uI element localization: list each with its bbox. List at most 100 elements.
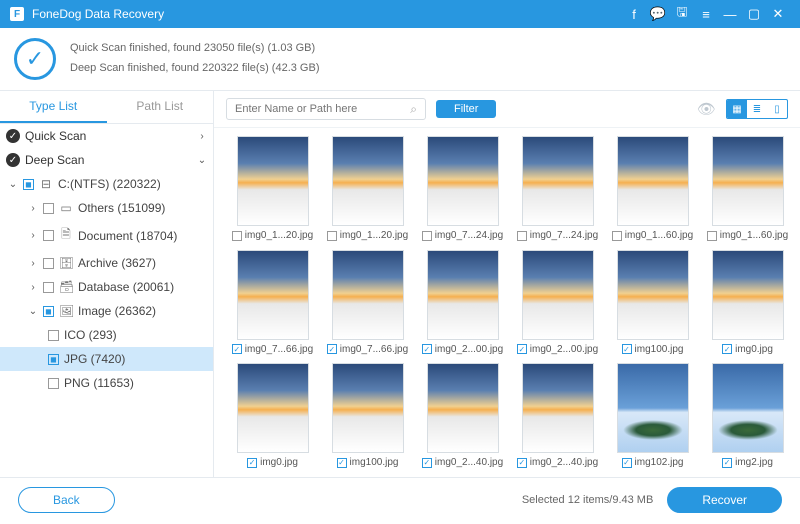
item-checkbox[interactable]: ✓: [722, 344, 732, 354]
item-filename: img0_1...20.jpg: [340, 230, 408, 241]
tree-ico[interactable]: ICO (293): [0, 323, 213, 347]
minimize-icon[interactable]: —: [718, 7, 742, 22]
search-input[interactable]: [235, 103, 410, 115]
thumbnail-image[interactable]: [617, 250, 689, 340]
tree-image[interactable]: ⌄ ◼ 🖼 Image (26362): [0, 299, 213, 323]
thumbnail-image[interactable]: [427, 136, 499, 226]
item-checkbox[interactable]: [707, 231, 717, 241]
item-checkbox[interactable]: ✓: [422, 344, 432, 354]
thumbnail-item[interactable]: ✓img100.jpg: [323, 363, 412, 469]
save-icon[interactable]: 🖫: [670, 3, 694, 25]
thumbnail-item[interactable]: img0_7...24.jpg: [418, 136, 507, 242]
thumbnail-image[interactable]: [712, 363, 784, 453]
checkbox[interactable]: [43, 258, 54, 269]
tree-drive-c[interactable]: ⌄ ◼ ⊟ C:(NTFS) (220322): [0, 172, 213, 196]
tree-jpg[interactable]: ◼ JPG (7420): [0, 347, 213, 371]
thumbnail-image[interactable]: [522, 363, 594, 453]
item-checkbox[interactable]: ✓: [247, 458, 257, 468]
thumbnail-item[interactable]: img0_1...60.jpg: [703, 136, 792, 242]
thumbnail-image[interactable]: [522, 136, 594, 226]
thumbnail-image[interactable]: [522, 250, 594, 340]
item-checkbox[interactable]: ✓: [422, 458, 432, 468]
thumbnail-item[interactable]: ✓img0_7...66.jpg: [228, 250, 317, 356]
sidebar: Type List Path List ✓ Quick Scan › ✓ Dee…: [0, 91, 214, 477]
item-checkbox[interactable]: [422, 231, 432, 241]
thumbnail-image[interactable]: [712, 250, 784, 340]
thumbnail-image[interactable]: [712, 136, 784, 226]
thumbnail-item[interactable]: ✓img0_2...40.jpg: [513, 363, 602, 469]
menu-icon[interactable]: ≡: [694, 7, 718, 22]
thumbnail-image[interactable]: [237, 250, 309, 340]
back-button[interactable]: Back: [18, 487, 115, 513]
view-list-icon[interactable]: ≣: [747, 100, 767, 118]
thumbnail-item[interactable]: ✓img0_2...40.jpg: [418, 363, 507, 469]
thumbnail-item[interactable]: ✓img0_2...00.jpg: [418, 250, 507, 356]
maximize-icon[interactable]: ▢: [742, 6, 766, 22]
archive-icon: 🗄: [59, 256, 73, 270]
thumbnail-item[interactable]: ✓img2.jpg: [703, 363, 792, 469]
item-checkbox[interactable]: [327, 231, 337, 241]
thumbnail-item[interactable]: img0_7...24.jpg: [513, 136, 602, 242]
tree-database[interactable]: › 🗃 Database (20061): [0, 275, 213, 299]
tree-document[interactable]: › 🗎 Document (18704): [0, 220, 213, 251]
filter-button[interactable]: Filter: [436, 100, 496, 118]
tree-deep-scan[interactable]: ✓ Deep Scan ⌄: [0, 148, 213, 172]
preview-eye-icon[interactable]: 👁: [697, 100, 716, 118]
item-checkbox[interactable]: ✓: [622, 344, 632, 354]
thumbnail-image[interactable]: [617, 363, 689, 453]
thumbnail-image[interactable]: [617, 136, 689, 226]
tree-others[interactable]: › ▭ Others (151099): [0, 196, 213, 220]
checkbox[interactable]: [48, 378, 59, 389]
item-filename: img0.jpg: [735, 344, 773, 355]
item-checkbox[interactable]: ✓: [232, 344, 242, 354]
thumbnail-item[interactable]: ✓img102.jpg: [608, 363, 697, 469]
item-filename: img2.jpg: [735, 457, 773, 468]
thumbnail-item[interactable]: ✓img100.jpg: [608, 250, 697, 356]
thumbnail-image[interactable]: [332, 136, 404, 226]
tree-quick-scan[interactable]: ✓ Quick Scan ›: [0, 124, 213, 148]
view-mode-toggle: ▦ ≣ ▯: [726, 99, 788, 119]
view-detail-icon[interactable]: ▯: [767, 100, 787, 118]
view-grid-icon[interactable]: ▦: [727, 100, 747, 118]
thumbnail-item[interactable]: img0_1...60.jpg: [608, 136, 697, 242]
feedback-icon[interactable]: 💬: [646, 6, 670, 22]
thumbnail-image[interactable]: [332, 250, 404, 340]
search-box[interactable]: ⌕: [226, 98, 426, 120]
checkbox[interactable]: [48, 330, 59, 341]
item-checkbox[interactable]: ✓: [337, 458, 347, 468]
item-checkbox[interactable]: [612, 231, 622, 241]
checkbox[interactable]: [43, 282, 54, 293]
checkbox[interactable]: [43, 230, 54, 241]
close-icon[interactable]: ✕: [766, 6, 790, 22]
checkbox[interactable]: ◼: [43, 306, 54, 317]
checkbox[interactable]: [43, 203, 54, 214]
checkbox[interactable]: ◼: [48, 354, 59, 365]
thumbnail-image[interactable]: [332, 363, 404, 453]
tab-type-list[interactable]: Type List: [0, 91, 107, 123]
item-checkbox[interactable]: ✓: [517, 344, 527, 354]
item-checkbox[interactable]: [517, 231, 527, 241]
item-checkbox[interactable]: ✓: [327, 344, 337, 354]
facebook-icon[interactable]: f: [622, 7, 646, 22]
chevron-down-icon: ⌄: [28, 306, 38, 317]
thumbnail-item[interactable]: img0_1...20.jpg: [323, 136, 412, 242]
tree-archive[interactable]: › 🗄 Archive (3627): [0, 251, 213, 275]
recover-button[interactable]: Recover: [667, 487, 782, 513]
thumbnail-image[interactable]: [237, 363, 309, 453]
thumbnail-item[interactable]: ✓img0_2...00.jpg: [513, 250, 602, 356]
item-checkbox[interactable]: ✓: [622, 458, 632, 468]
item-checkbox[interactable]: ✓: [517, 458, 527, 468]
thumbnail-image[interactable]: [427, 363, 499, 453]
thumbnail-item[interactable]: img0_1...20.jpg: [228, 136, 317, 242]
thumbnail-item[interactable]: ✓img0.jpg: [703, 250, 792, 356]
thumbnail-item[interactable]: ✓img0_7...66.jpg: [323, 250, 412, 356]
tree-png[interactable]: PNG (11653): [0, 371, 213, 395]
checkbox[interactable]: ◼: [23, 179, 34, 190]
thumbnail-item[interactable]: ✓img0.jpg: [228, 363, 317, 469]
thumbnail-image[interactable]: [427, 250, 499, 340]
item-checkbox[interactable]: ✓: [722, 458, 732, 468]
thumbnail-image[interactable]: [237, 136, 309, 226]
tab-path-list[interactable]: Path List: [107, 91, 214, 123]
check-dot-icon: ✓: [6, 153, 20, 167]
item-checkbox[interactable]: [232, 231, 242, 241]
